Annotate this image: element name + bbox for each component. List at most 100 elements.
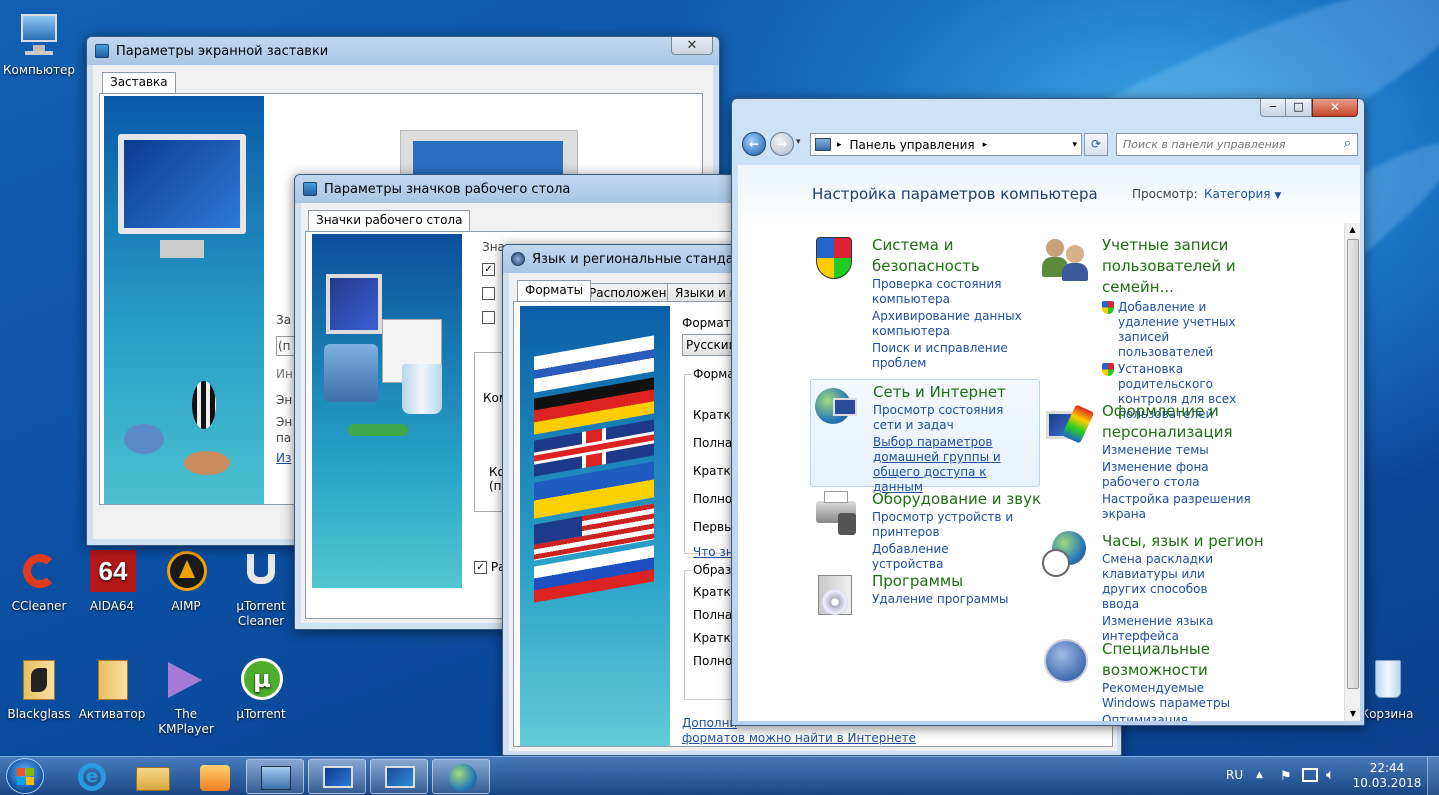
category-link[interactable]: Добавление и удаление учетных записей по… (1118, 300, 1258, 360)
category-programs[interactable]: Программы Удаление программы (812, 571, 1042, 621)
category-link[interactable]: Рекомендуемые Windows параметры (1102, 681, 1252, 711)
breadcrumb-item[interactable]: Панель управления (850, 138, 975, 152)
window-titlebar[interactable]: Параметры экранной заставки (87, 37, 719, 65)
category-title[interactable]: Оборудование и звук (872, 489, 1041, 510)
category-title[interactable]: Программы (872, 571, 1009, 592)
category-link[interactable]: Изменение темы (1102, 443, 1262, 458)
taskbar-region-button[interactable] (432, 759, 490, 794)
category-hardware-sound[interactable]: Оборудование и звук Просмотр устройств и… (812, 489, 1042, 571)
category-link[interactable]: Поиск и исправление проблем (872, 341, 1022, 371)
taskbar-media-button[interactable] (186, 759, 244, 794)
taskbar-explorer-button[interactable] (124, 759, 182, 794)
category-link[interactable]: Просмотр состояния сети и задач (873, 403, 1035, 433)
category-link[interactable]: Архивирование данных компьютера (872, 309, 1022, 339)
show-desktop-button[interactable] (1427, 757, 1439, 795)
tab-desktop-icons[interactable]: Значки рабочего стола (308, 210, 471, 231)
action-center-flag-icon[interactable]: ⚑ (1280, 769, 1292, 784)
allow-themes-checkbox[interactable]: ✓ Ра (474, 560, 505, 574)
category-text: Часы, язык и регион Смена раскладки клав… (1102, 531, 1264, 644)
scrollbar-thumb[interactable] (1347, 239, 1359, 689)
category-link[interactable]: Смена раскладки клавиатуры или других сп… (1102, 552, 1242, 612)
back-button[interactable]: ← (742, 132, 766, 156)
category-title[interactable]: Сеть и Интернет (873, 382, 1035, 403)
control-panel-window[interactable]: ‒ □ ✕ ← → ▾ ▸ Панель управления ▸ ▾ ⟳ ⌕ … (731, 98, 1365, 726)
category-ease-of-access[interactable]: Специальные возможности Рекомендуемые Wi… (1042, 639, 1282, 721)
history-dropdown-icon[interactable]: ▾ (796, 137, 801, 147)
desktop-icon-label: Корзина (1360, 707, 1414, 721)
close-button[interactable]: ✕ (671, 37, 713, 55)
category-user-accounts[interactable]: Учетные записи пользователей и семейн...… (1042, 235, 1282, 421)
tab-formats[interactable]: Форматы (517, 280, 592, 301)
search-box[interactable]: ⌕ (1116, 133, 1358, 156)
address-dropdown-icon[interactable]: ▾ (1072, 140, 1077, 150)
category-link[interactable]: Добавление устройства (872, 542, 1022, 572)
monitor-icon (118, 134, 246, 234)
language-indicator[interactable]: RU (1226, 768, 1243, 782)
category-link[interactable]: Настройка разрешения экрана (1102, 492, 1262, 522)
breadcrumb-arrow-icon[interactable]: ▸ (983, 140, 988, 150)
clock-globe-icon (1042, 531, 1090, 579)
desktop-icon-label: Активатор (78, 707, 146, 721)
start-button[interactable] (6, 758, 44, 794)
refresh-button[interactable]: ⟳ (1084, 133, 1108, 156)
network-tray-icon[interactable] (1302, 768, 1318, 782)
view-dropdown[interactable]: Категория ▼ (1204, 187, 1281, 201)
display-icon (385, 766, 415, 788)
category-link[interactable]: Проверка состояния компьютера (872, 277, 1022, 307)
desktop-icon-kmplayer[interactable]: The KMPlayer (147, 656, 225, 737)
icon-checkbox[interactable] (482, 286, 495, 300)
category-title[interactable]: Оформление и персонализация (1102, 401, 1242, 443)
search-input[interactable] (1117, 134, 1331, 155)
taskbar-ie-button[interactable]: e (62, 759, 120, 794)
appearance-icon (1042, 401, 1095, 449)
icon-checkbox[interactable] (482, 310, 495, 324)
category-title[interactable]: Специальные возможности (1102, 639, 1242, 681)
control-panel-icon (815, 138, 831, 151)
desktop-icon-utorrent-cleaner[interactable]: µTorrent Cleaner (222, 548, 300, 629)
window-titlebar[interactable]: Параметры значков рабочего стола (295, 175, 743, 203)
category-clock-language-region[interactable]: Часы, язык и регион Смена раскладки клав… (1042, 531, 1282, 644)
category-title[interactable]: Система и безопасность (872, 235, 1012, 277)
category-system-security[interactable]: Система и безопасность Проверка состояни… (812, 235, 1042, 375)
maximize-button[interactable]: □ (1286, 99, 1312, 117)
vertical-scrollbar[interactable]: ▲ ▼ (1344, 223, 1360, 721)
volume-icon[interactable]: 🔈︎ (1326, 767, 1334, 783)
show-hidden-icons[interactable]: ▲ (1256, 770, 1263, 780)
category-link[interactable]: Просмотр устройств и принтеров (872, 510, 1022, 540)
taskbar-control-panel-button[interactable] (246, 759, 304, 794)
icon-checkbox[interactable]: ✓ (482, 262, 495, 276)
category-link[interactable]: Выбор параметров домашней группы и общег… (873, 435, 1035, 495)
view-label: Просмотр: (1132, 187, 1198, 201)
clock[interactable]: 22:44 10.03.2018 (1352, 761, 1422, 791)
category-link[interactable]: Изменение фона рабочего стола (1102, 460, 1262, 490)
category-title[interactable]: Учетные записи пользователей и семейн... (1102, 235, 1262, 298)
category-network-internet[interactable]: Сеть и Интернет Просмотр состояния сети … (810, 379, 1040, 494)
utorrent-icon: µ (237, 656, 285, 704)
desktop-icon-label: AIDA64 (89, 599, 135, 613)
category-appearance[interactable]: Оформление и персонализация Изменение те… (1042, 401, 1282, 521)
desktop-icon-aida64[interactable]: 64 AIDA64 (73, 548, 151, 614)
search-icon[interactable]: ⌕ (1344, 136, 1351, 151)
tab-screensaver[interactable]: Заставка (102, 72, 176, 93)
settings-icon (303, 182, 317, 196)
scroll-down-icon[interactable]: ▼ (1345, 707, 1361, 721)
desktop-icon-computer[interactable]: Компьютер (0, 12, 78, 78)
desktop-icon-activator[interactable]: Активатор (73, 656, 151, 722)
minimize-button[interactable]: ‒ (1260, 99, 1286, 117)
desktop-icon-ccleaner[interactable]: CCleaner (0, 548, 78, 614)
taskbar-screensaver-button[interactable] (308, 759, 366, 794)
close-button[interactable]: ✕ (1312, 99, 1358, 117)
taskbar-desktop-icons-button[interactable] (370, 759, 428, 794)
desktop-icon-blackglass[interactable]: Blackglass (0, 656, 78, 722)
desktop-icon-aimp[interactable]: AIMP (147, 548, 225, 614)
breadcrumb-arrow-icon[interactable]: ▸ (837, 140, 842, 150)
forward-button[interactable]: → (770, 132, 794, 156)
category-link[interactable]: Оптимизация изображения (1102, 713, 1272, 721)
category-text: Сеть и Интернет Просмотр состояния сети … (873, 382, 1035, 495)
programs-icon (812, 571, 860, 619)
desktop-icon-utorrent[interactable]: µ µTorrent (222, 656, 300, 722)
address-bar[interactable]: ▸ Панель управления ▸ ▾ (810, 133, 1082, 156)
category-title[interactable]: Часы, язык и регион (1102, 531, 1264, 552)
scroll-up-icon[interactable]: ▲ (1345, 223, 1360, 237)
category-link[interactable]: Удаление программы (872, 592, 1009, 607)
